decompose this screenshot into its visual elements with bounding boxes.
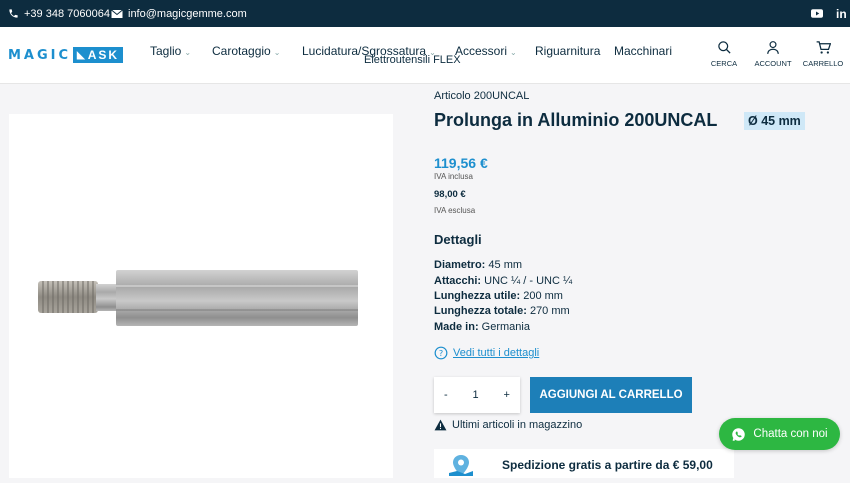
chevron-down-icon: ⌄ xyxy=(273,47,281,57)
spec-label: Diametro: xyxy=(434,259,486,271)
spec-label: Lunghezza utile: xyxy=(434,290,521,302)
svg-text:?: ? xyxy=(439,348,443,358)
account-label: ACCOUNT xyxy=(754,59,792,68)
spec-label: Made in: xyxy=(434,321,479,333)
stock-warning-text: Ultimi articoli in magazzino xyxy=(452,419,583,431)
nav-label: Carotaggio xyxy=(212,44,271,58)
nav-item-carotaggio[interactable]: Carotaggio ⌄ xyxy=(212,44,280,58)
phone-contact[interactable]: +39 348 7060064 xyxy=(8,0,110,27)
spec-row: Diametro: 45 mm xyxy=(434,259,522,271)
nav-label: Riguarnitura xyxy=(535,44,601,58)
account-button[interactable]: ACCOUNT xyxy=(751,40,795,68)
user-icon xyxy=(767,41,779,54)
site-logo[interactable]: MAGIC ◣ ASK xyxy=(8,47,124,63)
site-header: MAGIC ◣ ASK Taglio ⌄ Carotaggio ⌄ Lucidatur… xyxy=(0,27,850,84)
cart-icon xyxy=(816,41,831,54)
email-address[interactable]: info@magicgemme.com xyxy=(128,8,247,20)
spec-row: Lunghezza utile: 200 mm xyxy=(434,290,563,302)
spec-value: 270 mm xyxy=(526,305,570,317)
qty-value[interactable]: 1 xyxy=(473,389,479,401)
logo-text-ask: ◣ ASK xyxy=(73,47,124,63)
whatsapp-icon xyxy=(732,427,746,441)
qty-increase-button[interactable]: + xyxy=(504,389,510,401)
product-image[interactable] xyxy=(9,114,393,478)
diameter-badge: Ø 45 mm xyxy=(744,112,805,130)
phone-icon xyxy=(9,9,18,18)
search-button[interactable]: CERCA xyxy=(702,40,746,68)
details-link[interactable]: ? Vedi tutti i dettagli xyxy=(434,346,539,360)
shipping-text: Spedizione gratis a partire da € 59,00 xyxy=(502,458,713,472)
spec-row: Made in: Germania xyxy=(434,321,530,333)
details-link-label[interactable]: Vedi tutti i dettagli xyxy=(453,347,539,359)
nav-item-flex[interactable]: Elettroutensili FLEX xyxy=(364,54,461,66)
spec-value: 45 mm xyxy=(485,259,523,271)
product-photo xyxy=(38,270,358,326)
price-excl-vat: 98,00 € xyxy=(434,189,466,200)
spec-row: Attacchi: UNC ¼ / - UNC ¼ xyxy=(434,275,572,287)
logo-text-magic: MAGIC xyxy=(8,47,72,63)
location-pin-icon xyxy=(449,455,473,476)
linkedin-icon: in xyxy=(836,6,847,21)
spec-row: Lunghezza totale: 270 mm xyxy=(434,305,570,317)
nav-label: Macchinari xyxy=(614,44,673,58)
youtube-link[interactable] xyxy=(811,0,823,27)
spec-label: Attacchi: xyxy=(434,275,482,287)
spec-value: UNC ¼ / - UNC ¼ xyxy=(481,275,573,287)
nav-item-accessori[interactable]: Accessori ⌄ xyxy=(455,44,517,58)
spec-label: Lunghezza totale: xyxy=(434,305,527,317)
shipping-banner: Spedizione gratis a partire da € 59,00 xyxy=(434,449,734,478)
price-incl-vat: 119,56 € xyxy=(434,155,488,171)
add-to-cart-button[interactable]: AGGIUNGI AL CARRELLO xyxy=(530,377,692,413)
nav-label: Accessori xyxy=(455,44,508,58)
warning-icon xyxy=(434,419,447,431)
top-bar: +39 348 7060064 info@magicgemme.com in xyxy=(0,0,850,27)
nav-label: Taglio xyxy=(150,44,182,58)
search-label: CERCA xyxy=(710,59,738,68)
spec-value: 200 mm xyxy=(520,290,563,302)
price-excl-note: IVA esclusa xyxy=(434,206,476,215)
phone-number[interactable]: +39 348 7060064 xyxy=(24,8,110,20)
nav-item-macchinari[interactable]: Macchinari xyxy=(614,44,672,58)
chevron-down-icon: ⌄ xyxy=(184,47,192,57)
spec-value: Germania xyxy=(478,321,530,333)
cart-label: CARRELLO xyxy=(802,59,844,68)
chat-label: Chatta con noi xyxy=(753,428,828,440)
details-heading: Dettagli xyxy=(434,232,482,247)
logo-ask-label: ASK xyxy=(87,48,120,62)
youtube-icon xyxy=(811,9,823,18)
price-incl-note: IVA inclusa xyxy=(434,172,473,181)
article-code: Articolo 200UNCAL xyxy=(434,90,530,102)
product-title: Prolunga in Alluminio 200UNCAL xyxy=(434,110,718,130)
mail-icon xyxy=(111,9,123,18)
linkedin-link[interactable]: in xyxy=(836,0,847,27)
quantity-stepper: - 1 + xyxy=(434,377,520,413)
chevron-down-icon: ⌄ xyxy=(510,47,517,57)
help-circle-icon: ? xyxy=(434,346,448,360)
cart-button[interactable]: CARRELLO xyxy=(801,40,845,68)
logo-arrow-icon: ◣ xyxy=(77,49,87,61)
stock-warning: Ultimi articoli in magazzino xyxy=(434,419,582,431)
nav-item-riguarnitura[interactable]: Riguarnitura xyxy=(535,44,600,58)
email-contact[interactable]: info@magicgemme.com xyxy=(111,0,247,27)
nav-item-taglio[interactable]: Taglio ⌄ xyxy=(150,44,191,58)
whatsapp-chat-button[interactable]: Chatta con noi xyxy=(719,418,840,450)
qty-decrease-button[interactable]: - xyxy=(444,389,448,401)
search-icon xyxy=(717,41,731,54)
